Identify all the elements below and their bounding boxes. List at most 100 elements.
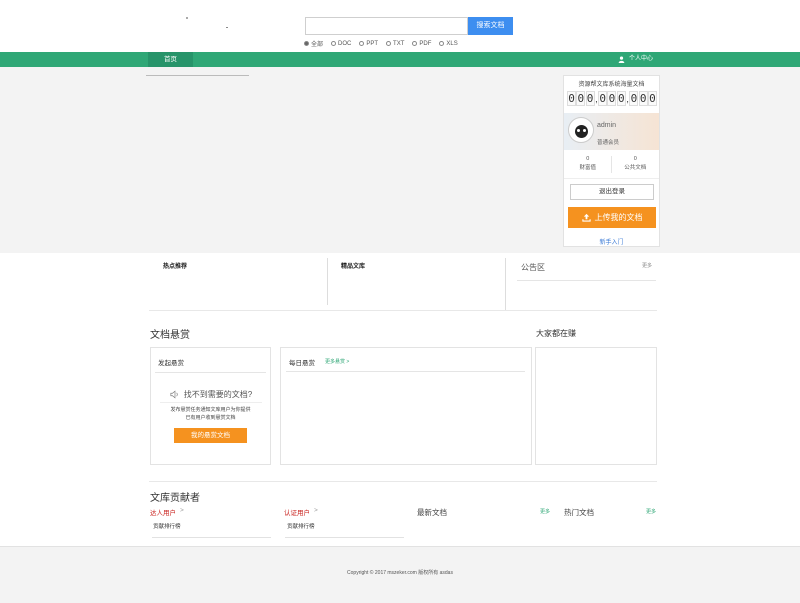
upload-icon bbox=[581, 213, 591, 222]
filter-label: PPT bbox=[366, 40, 379, 47]
filter-ppt[interactable]: PPT bbox=[359, 39, 378, 48]
counter-digit: 0 bbox=[585, 91, 595, 106]
certified-users-label: 认证用户 bbox=[284, 510, 310, 517]
hot-docs-more-link[interactable]: 更多 bbox=[646, 508, 656, 515]
featured-title: 精品文库 bbox=[341, 264, 366, 270]
hot-recommend-title: 热点推荐 bbox=[163, 264, 188, 270]
filter-label: 全部 bbox=[311, 42, 324, 48]
not-found-text: 找不到需要的文档? bbox=[183, 390, 253, 399]
my-bounty-button[interactable]: 我的悬赏文档 bbox=[174, 428, 247, 443]
filter-xls[interactable]: XLS bbox=[439, 39, 458, 48]
daily-bounty-more-link[interactable]: 更多悬赏 > bbox=[325, 358, 349, 365]
hot-docs-title: 热门文档 bbox=[564, 508, 594, 517]
notice-title: 公告区 bbox=[521, 263, 545, 272]
upload-button[interactable]: 上传我的文档 bbox=[568, 207, 656, 228]
main-navbar bbox=[0, 52, 800, 67]
panel-divider bbox=[160, 402, 262, 403]
avatar-eye bbox=[583, 129, 586, 132]
avatar-eye bbox=[577, 129, 580, 132]
upload-label: 上传我的文档 bbox=[594, 213, 643, 222]
doc-counter: 0 0 0 , 0 0 0 , 0 0 0 bbox=[567, 90, 657, 107]
username[interactable]: admin bbox=[597, 122, 616, 129]
copyright-text: Copyright © 2017 mszeker.com 版权所有 asdas bbox=[347, 570, 453, 576]
stat-divider bbox=[611, 156, 612, 173]
featured-box: 精品文库 bbox=[328, 258, 506, 310]
not-found-prompt: 找不到需要的文档? bbox=[158, 389, 264, 400]
filter-txt[interactable]: TXT bbox=[386, 39, 404, 48]
filter-doc[interactable]: DOC bbox=[331, 39, 351, 48]
rank-label: 贡献排行榜 bbox=[287, 524, 315, 530]
panel-divider bbox=[155, 372, 266, 373]
daily-bounty-panel bbox=[280, 347, 532, 465]
talent-users-link[interactable]: 达人用户 > bbox=[150, 507, 184, 517]
filter-label: PDF bbox=[419, 40, 432, 47]
launch-bounty-title: 发起悬赏 bbox=[158, 360, 184, 367]
filter-label: TXT bbox=[393, 40, 405, 47]
daily-bounty-title: 每日悬赏 bbox=[289, 360, 315, 367]
avatar[interactable] bbox=[568, 117, 594, 143]
desc-line: 已有用户收到悬赏文档 bbox=[185, 415, 236, 421]
stat-wealth[interactable]: 0 财富值 bbox=[564, 155, 612, 173]
nav-user-center[interactable]: 个人中心 bbox=[618, 52, 653, 67]
card-divider bbox=[564, 178, 659, 179]
search-button[interactable]: 搜索文档 bbox=[468, 17, 513, 35]
filter-label: DOC bbox=[338, 40, 352, 47]
counter-digit: 0 bbox=[607, 91, 617, 106]
chevron-right-icon: > bbox=[314, 507, 318, 514]
user-icon bbox=[618, 56, 625, 63]
stat-value: 0 bbox=[586, 156, 590, 162]
talent-users-label: 达人用户 bbox=[150, 510, 176, 517]
radio-icon bbox=[439, 41, 445, 46]
avatar-face-icon bbox=[575, 125, 588, 138]
rank-label: 贡献排行榜 bbox=[153, 524, 181, 530]
notice-more-link[interactable]: 更多 bbox=[642, 262, 652, 269]
chevron-right-icon: > bbox=[180, 507, 184, 514]
nav-user-label: 个人中心 bbox=[629, 56, 654, 62]
counter-digit: 0 bbox=[629, 91, 639, 106]
radio-icon bbox=[412, 41, 418, 46]
banner-divider bbox=[146, 75, 249, 76]
bounty-description: 发布悬赏任务通知文库用户为你提供 已有用户收到悬赏文档 bbox=[155, 406, 266, 422]
nav-home[interactable]: 首页 bbox=[148, 52, 193, 67]
rank-divider bbox=[285, 537, 404, 538]
earning-panel bbox=[535, 347, 657, 465]
certified-users-link[interactable]: 认证用户 > bbox=[284, 507, 318, 517]
counter-digit: 0 bbox=[647, 91, 657, 106]
radio-icon bbox=[359, 41, 365, 46]
speaker-icon bbox=[170, 390, 178, 399]
logo-placeholder bbox=[186, 17, 188, 19]
search-input[interactable] bbox=[305, 17, 468, 35]
user-role: 普通会员 bbox=[597, 140, 620, 146]
earning-title: 大家都在赚 bbox=[536, 329, 576, 338]
panel-divider bbox=[286, 371, 525, 372]
logout-button[interactable]: 退出登录 bbox=[570, 184, 654, 200]
stat-public-docs[interactable]: 0 公共文档 bbox=[612, 155, 660, 173]
counter-digit: 0 bbox=[638, 91, 648, 106]
rank-divider bbox=[152, 537, 271, 538]
counter-digit: 0 bbox=[567, 91, 576, 106]
counter-digit: 0 bbox=[616, 91, 626, 106]
stat-value: 0 bbox=[633, 156, 637, 162]
doc-count-title: 资源帮文库系统海量文档 bbox=[578, 82, 645, 88]
filter-pdf[interactable]: PDF bbox=[412, 39, 431, 48]
doc-type-filters: 全部 DOC PPT TXT PDF XLS bbox=[304, 39, 458, 48]
filter-all[interactable]: 全部 bbox=[304, 39, 323, 48]
stat-label: 财富值 bbox=[579, 165, 596, 171]
desc-line: 发布悬赏任务通知文库用户为你提供 bbox=[170, 407, 251, 413]
contrib-section-title: 文库贡献者 bbox=[150, 493, 200, 504]
hot-recommend-box: 热点推荐 bbox=[149, 258, 328, 305]
section-divider bbox=[149, 481, 657, 482]
newbie-guide-link[interactable]: 新手入门 bbox=[563, 237, 660, 246]
radio-icon bbox=[304, 41, 309, 46]
latest-docs-more-link[interactable]: 更多 bbox=[540, 508, 550, 515]
logo-mark bbox=[226, 27, 228, 28]
latest-docs-title: 最新文档 bbox=[417, 508, 447, 517]
banner-area bbox=[0, 67, 800, 253]
notice-divider bbox=[517, 280, 656, 281]
counter-digit: 0 bbox=[576, 91, 586, 106]
radio-icon bbox=[386, 41, 392, 46]
stat-label: 公共文档 bbox=[624, 165, 647, 171]
filter-label: XLS bbox=[446, 40, 458, 47]
section-divider bbox=[149, 310, 657, 311]
counter-digit: 0 bbox=[598, 91, 608, 106]
